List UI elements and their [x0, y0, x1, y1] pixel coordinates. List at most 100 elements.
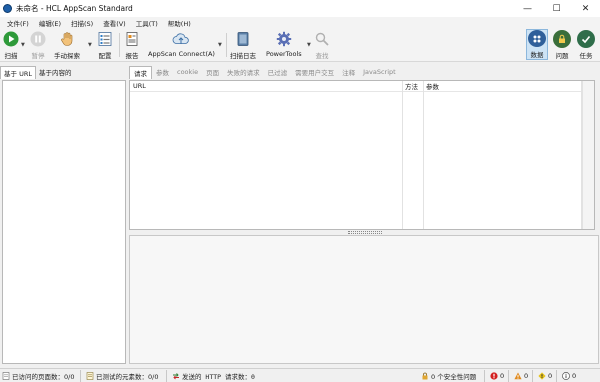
- medium-severity-count: 0: [514, 371, 528, 381]
- panel-splitter-handle[interactable]: [348, 231, 382, 234]
- manual-explore-button[interactable]: 手动探索: [54, 30, 80, 60]
- tab-pages[interactable]: 页面: [202, 66, 223, 78]
- data-view-icon: [528, 30, 546, 47]
- column-header-params[interactable]: 参数: [423, 81, 573, 92]
- minimize-button[interactable]: —: [513, 0, 542, 17]
- http-requests-status: 发送的 HTTP 请求数：0: [172, 371, 255, 381]
- status-divider: [166, 370, 167, 382]
- find-button[interactable]: 查找: [313, 30, 331, 60]
- view-switcher: 数据 问题 任务: [525, 29, 600, 62]
- issues-view-button[interactable]: 问题: [551, 30, 573, 60]
- info-severity-icon: [562, 372, 570, 380]
- menu-view[interactable]: 查看(V): [99, 18, 132, 28]
- tab-failed-requests[interactable]: 失败的请求: [223, 66, 264, 78]
- lock-icon: [553, 30, 571, 48]
- powertools-label: PowerTools: [266, 50, 302, 58]
- tab-url-based[interactable]: 基于 URL: [0, 65, 36, 79]
- scan-dropdown-chevron-down-icon[interactable]: ▼: [21, 42, 25, 48]
- tab-content-based[interactable]: 基于内容的: [36, 66, 75, 78]
- pause-label: 暂停: [31, 52, 45, 60]
- issues-view-label: 问题: [555, 52, 569, 60]
- config-label: 配置: [98, 52, 112, 60]
- report-label: 报告: [125, 52, 139, 60]
- info-severity-count: 0: [562, 371, 576, 381]
- status-divider: [556, 370, 557, 382]
- tasks-view-button[interactable]: 任务: [575, 30, 597, 60]
- tab-parameters[interactable]: 参数: [152, 66, 173, 78]
- report-button[interactable]: 报告: [123, 30, 141, 60]
- low-severity-count: 0: [538, 371, 552, 381]
- config-list-icon: [96, 30, 114, 48]
- window-controls: — ☐ ✕: [513, 0, 600, 17]
- visited-pages-text: 已访问的页面数：0/0: [12, 373, 75, 381]
- high-severity-count: 0: [490, 371, 504, 381]
- report-document-icon: [123, 30, 141, 48]
- requests-table[interactable]: URL 方法 参数: [129, 80, 595, 230]
- window-title: 未命名 - HCL AppScan Standard: [16, 4, 133, 13]
- scan-log-button[interactable]: 扫描日志: [230, 30, 256, 60]
- cloud-upload-icon: [172, 30, 190, 48]
- powertools-dropdown-chevron-down-icon[interactable]: ▼: [307, 42, 311, 48]
- high-severity-icon: [490, 372, 498, 380]
- menu-tools[interactable]: 工具(T): [132, 18, 164, 28]
- tab-filtered[interactable]: 已过滤: [264, 66, 292, 78]
- page-icon: [2, 372, 10, 380]
- close-button[interactable]: ✕: [571, 0, 600, 17]
- medium-severity-text: 0: [524, 372, 529, 380]
- status-divider: [508, 370, 509, 382]
- info-severity-text: 0: [572, 372, 577, 380]
- connect-dropdown-chevron-down-icon[interactable]: ▼: [218, 42, 222, 48]
- pause-icon: [29, 30, 47, 48]
- status-divider: [80, 370, 81, 382]
- security-issues-text: 0 个安全性问题: [431, 373, 477, 381]
- high-severity-text: 0: [500, 372, 505, 380]
- main-toolbar: 扫描 ▼ 暂停 手动探索 ▼ 配置 报告 AppScan Connect(A) …: [0, 29, 600, 62]
- details-panel: [129, 235, 599, 364]
- tested-elements-status: 已测试的元素数：0/0: [86, 371, 158, 381]
- menu-edit[interactable]: 编辑(E): [35, 18, 67, 28]
- menu-scan[interactable]: 扫描(S): [67, 18, 99, 28]
- data-view-button[interactable]: 数据: [526, 29, 548, 60]
- find-label: 查找: [315, 52, 329, 60]
- column-header-method[interactable]: 方法: [402, 81, 423, 92]
- security-issues-status: 0 个安全性问题: [421, 371, 476, 381]
- search-icon: [313, 30, 331, 48]
- status-divider: [484, 370, 485, 382]
- scan-log-icon: [234, 30, 252, 48]
- request-arrows-icon: [172, 372, 180, 380]
- lock-icon: [421, 372, 429, 380]
- config-button[interactable]: 配置: [96, 30, 114, 60]
- pause-button[interactable]: 暂停: [29, 30, 47, 60]
- visited-pages-status: 已访问的页面数：0/0: [2, 371, 74, 381]
- toolbar-divider: [226, 33, 227, 57]
- appscan-connect-button[interactable]: AppScan Connect(A): [148, 30, 215, 58]
- toolbar-divider: [119, 33, 120, 57]
- menu-bar: 文件(F) 编辑(E) 扫描(S) 查看(V) 工具(T) 帮助(H): [0, 17, 600, 29]
- column-header-url[interactable]: URL: [130, 81, 402, 92]
- tab-comments[interactable]: 注释: [338, 66, 359, 78]
- play-icon: [2, 30, 20, 48]
- maximize-button[interactable]: ☐: [542, 0, 571, 17]
- tab-user-interaction[interactable]: 需要用户交互: [291, 66, 338, 78]
- http-requests-text: 发送的 HTTP 请求数：0: [182, 373, 255, 381]
- tab-javascript[interactable]: JavaScript: [359, 67, 400, 77]
- tab-requests[interactable]: 请求: [129, 65, 152, 79]
- tab-cookie[interactable]: cookie: [173, 67, 202, 77]
- scan-button[interactable]: 扫描: [2, 30, 20, 60]
- hand-cursor-icon: [58, 30, 76, 48]
- checkmark-icon: [577, 30, 595, 48]
- scan-label: 扫描: [4, 52, 18, 60]
- vertical-scrollbar[interactable]: [582, 81, 594, 229]
- table-header: URL 方法 参数: [130, 81, 594, 92]
- url-tree-panel[interactable]: [2, 80, 126, 364]
- explore-dropdown-chevron-down-icon[interactable]: ▼: [88, 42, 92, 48]
- column-divider: [423, 81, 424, 229]
- menu-help[interactable]: 帮助(H): [164, 18, 197, 28]
- tasks-view-label: 任务: [579, 52, 593, 60]
- status-bar: 已访问的页面数：0/0 已测试的元素数：0/0 发送的 HTTP 请求数：0 0…: [0, 368, 600, 382]
- low-severity-icon: [538, 372, 546, 380]
- menu-file[interactable]: 文件(F): [3, 18, 35, 28]
- powertools-button[interactable]: PowerTools: [266, 30, 302, 58]
- left-tab-strip: 基于 URL 基于内容的: [0, 65, 126, 79]
- medium-severity-icon: [514, 372, 522, 380]
